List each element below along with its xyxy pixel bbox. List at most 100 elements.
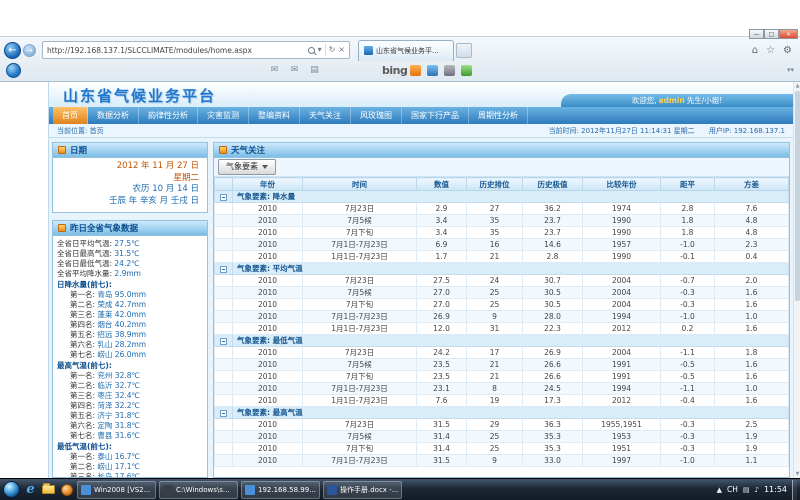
table-row[interactable]: 20107月1日-7月23日26.9928.01994-1.01.0 xyxy=(215,311,789,323)
show-hidden-icons[interactable]: ▲ xyxy=(717,486,722,494)
table-row[interactable]: 20101月1日-7月23日12.03122.320120.21.6 xyxy=(215,323,789,335)
home-icon[interactable]: ⌂ xyxy=(752,45,758,56)
language-indicator[interactable]: CH xyxy=(727,485,738,494)
volume-icon[interactable]: ♪ xyxy=(754,486,758,494)
toolbar-icon[interactable] xyxy=(410,65,421,76)
clock[interactable]: 11:54 xyxy=(764,485,787,494)
nav-item-3[interactable]: 韵律性分析 xyxy=(139,107,198,124)
table-row[interactable]: 20101月1日-7月23日1.7212.81990-0.10.4 xyxy=(215,251,789,263)
ie-taskbar-icon[interactable]: e xyxy=(23,482,38,497)
nav-item-5[interactable]: 整编资料 xyxy=(249,107,300,124)
maximize-button[interactable]: □ xyxy=(764,29,779,39)
refresh-icon[interactable]: ↻ xyxy=(329,46,336,54)
weather-panel-body: 全省日平均气温: 27.5℃全省日最高气温: 31.5℃全省日最低气温: 24.… xyxy=(53,236,207,477)
table-row[interactable]: 20107月1日-7月23日23.1824.51994-1.11.0 xyxy=(215,383,789,395)
collapse-icon[interactable] xyxy=(220,410,227,417)
element-filter-button[interactable]: 气象要素 xyxy=(218,159,276,175)
table-row[interactable]: 20107月5候23.52126.61991-0.51.6 xyxy=(215,359,789,371)
rank-label: 第二名: xyxy=(70,462,95,471)
tools-gear-icon[interactable]: ⚙ xyxy=(783,45,792,56)
address-dropdown-icon[interactable]: ▾ xyxy=(318,46,322,54)
expand-cell[interactable] xyxy=(215,191,233,203)
table-row[interactable]: 20107月5候31.42535.31953-0.31.9 xyxy=(215,431,789,443)
table-row[interactable]: 20107月23日31.52936.31955,1951-0.32.5 xyxy=(215,419,789,431)
minimize-button[interactable]: — xyxy=(749,29,764,39)
search-icon[interactable] xyxy=(308,47,315,54)
taskbar-button-2[interactable]: C:\Windows\s... xyxy=(159,481,238,499)
toolbar-overflow-icon[interactable]: ▾▾ xyxy=(787,66,794,74)
table-group-row[interactable]: 气象要素: 最低气温 xyxy=(215,335,789,347)
toolbar-icon[interactable] xyxy=(461,65,472,76)
nav-item-8[interactable]: 国家下行产品 xyxy=(402,107,469,124)
site-title: 山东省气候业务平台 xyxy=(63,85,216,106)
rank-label: 第七名: xyxy=(70,431,95,440)
show-desktop-button[interactable] xyxy=(792,480,797,500)
table-cell: 2010 xyxy=(233,371,303,383)
url-text[interactable]: http://192.168.137.1/SLCCLIMATE/modules/… xyxy=(47,46,305,55)
scroll-up-icon[interactable]: ▲ xyxy=(794,83,800,89)
taskbar-button-4[interactable]: 操作手册.docx -... xyxy=(323,481,402,499)
expand-cell[interactable] xyxy=(215,335,233,347)
table-row[interactable]: 20107月下旬27.02530.52004-0.31.6 xyxy=(215,299,789,311)
bing-logo[interactable]: bing xyxy=(382,64,407,77)
table-row[interactable]: 20107月下旬23.52126.61991-0.51.6 xyxy=(215,371,789,383)
table-row[interactable]: 20107月5候3.43523.719901.84.8 xyxy=(215,215,789,227)
table-cell: 26.9 xyxy=(523,347,583,359)
table-cell: 2004 xyxy=(583,275,661,287)
close-button[interactable]: × xyxy=(779,29,798,39)
address-bar[interactable]: http://192.168.137.1/SLCCLIMATE/modules/… xyxy=(42,41,350,59)
nav-item-2[interactable]: 数据分析 xyxy=(88,107,139,124)
nav-item-7[interactable]: 风玫瑰图 xyxy=(351,107,402,124)
table-group-row[interactable]: 气象要素: 降水量 xyxy=(215,191,789,203)
back-button-icon[interactable]: ← xyxy=(4,42,21,59)
expand-cell[interactable] xyxy=(215,263,233,275)
table-group-row[interactable]: 气象要素: 平均气温 xyxy=(215,263,789,275)
table-cell: 33.0 xyxy=(523,455,583,467)
taskbar-button-1[interactable]: Win2008 [VS2... xyxy=(77,481,156,499)
toolbar-logo-icon[interactable] xyxy=(6,63,21,78)
table-row[interactable]: 20107月5候27.02530.52004-0.31.6 xyxy=(215,287,789,299)
toolbar-icon[interactable] xyxy=(427,65,438,76)
expand-cell[interactable] xyxy=(215,407,233,419)
explorer-folder-icon[interactable] xyxy=(41,482,56,497)
collapse-icon[interactable] xyxy=(220,338,227,345)
table-row[interactable]: 20107月23日24.21726.92004-1.11.8 xyxy=(215,347,789,359)
window-icon xyxy=(163,485,173,495)
network-icon[interactable]: ▤ xyxy=(743,486,750,494)
toolbar-icon[interactable] xyxy=(444,65,455,76)
table-cell: 7月5候 xyxy=(303,431,417,443)
collapse-icon[interactable] xyxy=(220,194,227,201)
stop-icon[interactable]: × xyxy=(338,46,345,54)
table-row[interactable]: 20101月1日-7月23日7.61917.32012-0.41.6 xyxy=(215,395,789,407)
nav-item-6[interactable]: 天气关注 xyxy=(300,107,351,124)
nav-item-9[interactable]: 周期性分析 xyxy=(469,107,528,124)
media-player-icon[interactable] xyxy=(59,482,74,497)
table-cell: -0.3 xyxy=(661,299,715,311)
collapse-icon[interactable] xyxy=(220,266,227,273)
table-row[interactable]: 20107月下旬31.42535.31951-0.31.9 xyxy=(215,443,789,455)
table-row[interactable]: 20107月1日-7月23日31.5933.01997-1.01.1 xyxy=(215,455,789,467)
table-cell: 7月1日-7月23日 xyxy=(303,383,417,395)
new-tab-button[interactable] xyxy=(456,43,472,58)
table-row[interactable]: 20107月23日2.92736.219742.87.6 xyxy=(215,203,789,215)
table-row[interactable]: 20107月23日27.52430.72004-0.72.0 xyxy=(215,275,789,287)
start-button[interactable] xyxy=(3,481,20,498)
mail-icon[interactable]: ✉ xyxy=(268,64,281,76)
scroll-down-icon[interactable]: ▼ xyxy=(794,471,800,477)
nav-item-1[interactable]: 首页 xyxy=(53,107,88,124)
document-icon[interactable]: ▤ xyxy=(308,64,321,76)
scrollbar-thumb[interactable] xyxy=(795,91,800,301)
forward-button-icon[interactable]: → xyxy=(23,44,36,57)
table-row[interactable]: 20107月下旬3.43523.719901.84.8 xyxy=(215,227,789,239)
vertical-scrollbar[interactable]: ▲ ▼ xyxy=(793,82,800,478)
table-cell: 30.5 xyxy=(523,287,583,299)
nav-item-4[interactable]: 灾害监测 xyxy=(198,107,249,124)
favorites-star-icon[interactable]: ☆ xyxy=(766,45,775,56)
browser-tab[interactable]: 山东省气候业务平... xyxy=(358,40,454,61)
stat-value: 2.9mm xyxy=(112,269,141,278)
taskbar-button-3[interactable]: 192.168.58.99... xyxy=(241,481,320,499)
mail-icon[interactable]: ✉ xyxy=(288,64,301,76)
tab-title: 山东省气候业务平... xyxy=(376,46,439,56)
table-group-row[interactable]: 气象要素: 最高气温 xyxy=(215,407,789,419)
table-row[interactable]: 20107月1日-7月23日6.91614.61957-1.02.3 xyxy=(215,239,789,251)
